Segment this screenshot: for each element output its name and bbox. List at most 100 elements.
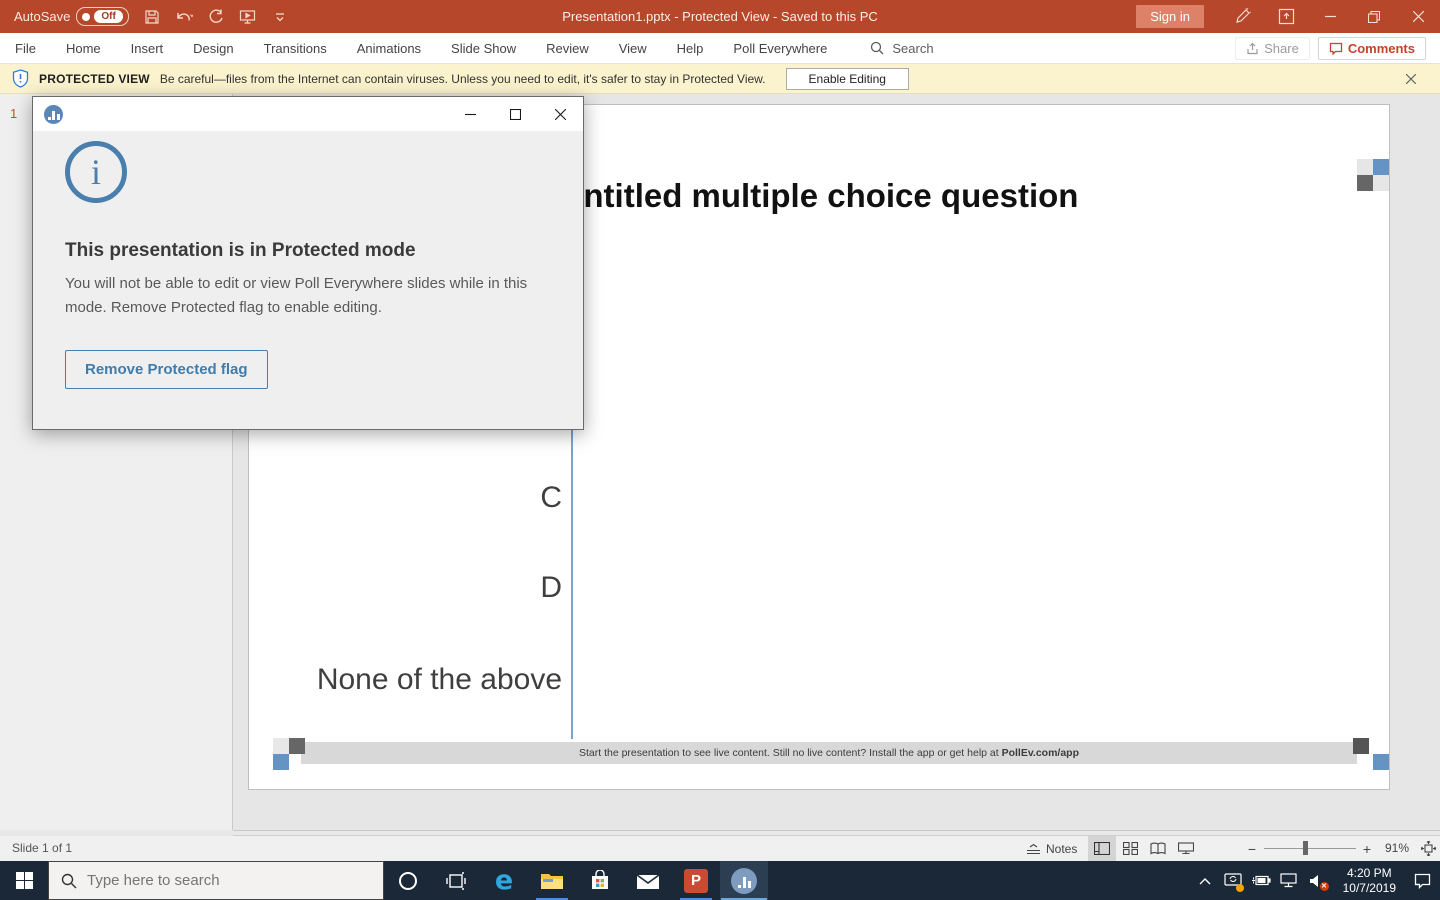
share-button[interactable]: Share bbox=[1235, 36, 1310, 60]
taskbar-file-explorer-icon[interactable] bbox=[528, 861, 576, 900]
slide-show-view-button[interactable] bbox=[1172, 836, 1200, 861]
close-button[interactable] bbox=[1396, 0, 1440, 33]
ribbon-tab-row: File Home Insert Design Transitions Anim… bbox=[0, 33, 1440, 64]
comments-button[interactable]: Comments bbox=[1317, 36, 1426, 60]
taskbar-search-box[interactable] bbox=[48, 861, 384, 900]
minimize-button[interactable] bbox=[1308, 0, 1352, 33]
redo-icon[interactable] bbox=[207, 8, 225, 26]
notification-badge bbox=[1235, 884, 1244, 892]
shield-icon bbox=[12, 69, 29, 88]
checker-square bbox=[1373, 159, 1389, 175]
clock-date: 10/7/2019 bbox=[1342, 880, 1396, 895]
checker-square bbox=[273, 754, 289, 770]
mute-badge: ✕ bbox=[1319, 882, 1329, 891]
dialog-maximize-button[interactable] bbox=[493, 97, 538, 131]
normal-view-button[interactable] bbox=[1088, 836, 1116, 861]
bar-close-icon[interactable] bbox=[1406, 73, 1428, 84]
tab-help[interactable]: Help bbox=[662, 33, 719, 64]
checker-square bbox=[289, 738, 305, 754]
start-button[interactable] bbox=[0, 861, 48, 900]
taskbar-store-icon[interactable] bbox=[576, 861, 624, 900]
edge-icon: e bbox=[494, 865, 514, 896]
customize-qat-chevron-icon[interactable] bbox=[271, 8, 289, 26]
tab-home[interactable]: Home bbox=[51, 33, 116, 64]
zoom-in-button[interactable]: + bbox=[1360, 836, 1374, 861]
footer-link: PollEv.com/app bbox=[1001, 747, 1080, 759]
checker-square bbox=[1353, 738, 1369, 754]
action-center-icon[interactable] bbox=[1410, 861, 1434, 900]
mail-icon bbox=[636, 872, 660, 890]
pollev-footer-bar: Start the presentation to see live conte… bbox=[301, 742, 1357, 764]
checker-square bbox=[273, 738, 289, 754]
enable-editing-button[interactable]: Enable Editing bbox=[785, 67, 909, 90]
search-icon bbox=[870, 41, 884, 55]
undo-icon[interactable] bbox=[175, 8, 193, 26]
checker-square bbox=[1373, 754, 1389, 770]
powerpoint-icon: P bbox=[684, 868, 708, 893]
zoom-out-button[interactable]: − bbox=[1245, 836, 1259, 861]
dialog-close-button[interactable] bbox=[538, 97, 583, 131]
tray-network-icon[interactable] bbox=[1277, 861, 1301, 900]
dialog-heading: This presentation is in Protected mode bbox=[65, 240, 416, 261]
dialog-body-text: You will not be able to edit or view Pol… bbox=[65, 275, 528, 316]
notes-button[interactable]: Notes bbox=[1026, 836, 1077, 861]
ribbon-search-label: Search bbox=[892, 40, 934, 56]
title-bar: AutoSave Off Presentation1.pptx - Protec… bbox=[0, 0, 1440, 33]
tray-display-sync-icon[interactable] bbox=[1221, 861, 1245, 900]
restore-button[interactable] bbox=[1352, 0, 1396, 33]
search-icon bbox=[61, 873, 77, 889]
tab-review[interactable]: Review bbox=[531, 33, 604, 64]
footer-text: Start the presentation to see live conte… bbox=[578, 747, 1002, 759]
dialog-minimize-button[interactable] bbox=[448, 97, 493, 131]
task-view-button[interactable] bbox=[432, 861, 480, 900]
notes-label: Notes bbox=[1046, 841, 1078, 856]
zoom-level[interactable]: 91% bbox=[1385, 841, 1409, 855]
search-input[interactable] bbox=[87, 872, 347, 889]
taskbar-powerpoint-icon[interactable]: P bbox=[672, 861, 720, 900]
cortana-button[interactable] bbox=[384, 861, 432, 900]
tab-view[interactable]: View bbox=[604, 33, 662, 64]
tray-battery-icon[interactable] bbox=[1249, 861, 1273, 900]
tray-volume-muted-icon[interactable]: ✕ bbox=[1305, 861, 1329, 900]
taskbar-poll-everywhere-icon[interactable] bbox=[720, 861, 768, 900]
slide-indicator: Slide 1 of 1 bbox=[12, 841, 73, 855]
share-icon bbox=[1246, 42, 1259, 55]
reading-view-button[interactable] bbox=[1144, 836, 1172, 861]
autosave-dot bbox=[82, 12, 91, 21]
ribbon-search[interactable]: Search bbox=[870, 40, 934, 56]
notes-icon bbox=[1026, 843, 1041, 855]
zoom-slider-handle[interactable] bbox=[1303, 841, 1308, 855]
tray-chevron-icon[interactable] bbox=[1193, 861, 1217, 900]
comment-icon bbox=[1329, 42, 1343, 55]
taskbar-edge-icon[interactable]: e bbox=[480, 861, 528, 900]
zoom-slider-track[interactable] bbox=[1264, 848, 1356, 849]
file-explorer-icon bbox=[540, 871, 564, 891]
taskbar-clock[interactable]: 4:20 PM 10/7/2019 bbox=[1333, 866, 1406, 896]
tab-poll-everywhere[interactable]: Poll Everywhere bbox=[718, 33, 842, 64]
sign-in-button[interactable]: Sign in bbox=[1136, 5, 1204, 28]
clock-time: 4:20 PM bbox=[1346, 865, 1392, 880]
tab-file[interactable]: File bbox=[0, 33, 51, 64]
poll-everywhere-icon bbox=[731, 867, 757, 894]
ribbon-display-options-icon[interactable] bbox=[1264, 0, 1308, 33]
tab-animations[interactable]: Animations bbox=[342, 33, 436, 64]
remove-protected-flag-button[interactable]: Remove Protected flag bbox=[65, 350, 268, 389]
tab-insert[interactable]: Insert bbox=[116, 33, 179, 64]
tab-transitions[interactable]: Transitions bbox=[249, 33, 342, 64]
tab-slide-show[interactable]: Slide Show bbox=[436, 33, 531, 64]
autosave-toggle[interactable]: AutoSave Off bbox=[14, 7, 129, 26]
autosave-switch[interactable]: Off bbox=[76, 7, 129, 26]
autosave-label: AutoSave bbox=[14, 9, 71, 24]
start-slideshow-icon[interactable] bbox=[239, 8, 257, 26]
taskbar-mail-icon[interactable] bbox=[624, 861, 672, 900]
pen-coming-soon-icon[interactable] bbox=[1220, 0, 1264, 33]
tab-design[interactable]: Design bbox=[178, 33, 248, 64]
quick-access-toolbar: AutoSave Off bbox=[0, 7, 289, 26]
fit-slide-to-window-icon[interactable] bbox=[1417, 836, 1439, 861]
autosave-state: Off bbox=[94, 10, 123, 23]
option-label-d: D bbox=[540, 571, 562, 604]
slide-sorter-view-button[interactable] bbox=[1116, 836, 1144, 861]
store-icon bbox=[589, 869, 611, 892]
option-label-c: C bbox=[540, 481, 562, 514]
save-icon[interactable] bbox=[143, 8, 161, 26]
